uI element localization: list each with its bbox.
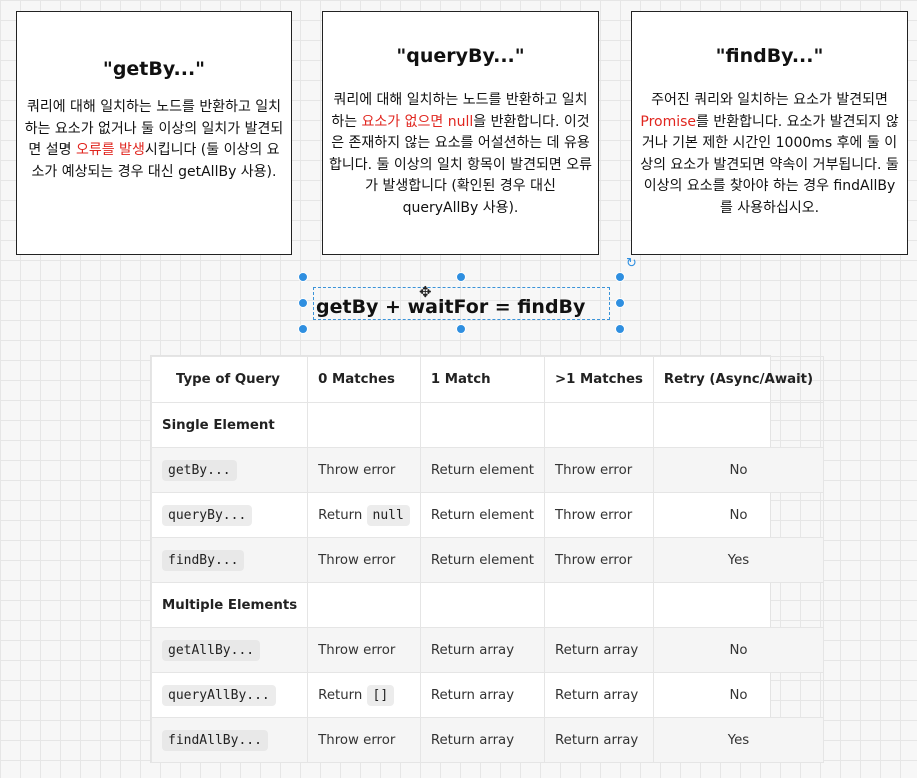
- column-header: >1 Matches: [544, 356, 654, 403]
- table-row: getBy... Throw error Return element Thro…: [150, 447, 825, 493]
- cell: No: [652, 672, 825, 718]
- code-value: null: [366, 504, 410, 526]
- card-description: 쿼리에 대해 일치하는 노드를 반환하고 일치하는 요소가 없거나 둘 이상의 …: [24, 99, 284, 180]
- cell: Return element: [419, 492, 546, 538]
- table-row: queryAllBy... Return [] Return array Ret…: [150, 672, 825, 718]
- resize-handle-bottom-left[interactable]: [298, 324, 308, 334]
- query-name: queryBy...: [162, 504, 253, 526]
- table-row: queryBy... Return null Return element Th…: [150, 492, 825, 538]
- cell: Return array: [419, 672, 546, 718]
- cell: Throw error: [307, 537, 421, 583]
- card-findby[interactable]: "findBy..." 주어진 쿼리와 일치하는 요소가 발견되면 Promis…: [631, 11, 908, 255]
- cell: Throw error: [544, 492, 654, 538]
- cell: No: [652, 492, 825, 538]
- cell: Throw error: [307, 717, 421, 763]
- cell: Return null: [307, 492, 421, 538]
- section-row: Multiple Elements: [150, 582, 825, 628]
- section-label: Single Element: [150, 402, 309, 448]
- table-row: findBy... Throw error Return element Thr…: [150, 537, 825, 583]
- cell: Return array: [544, 627, 654, 673]
- column-header: 1 Match: [419, 356, 546, 403]
- cell: Return element: [419, 447, 546, 493]
- resize-handle-middle-left[interactable]: [298, 298, 308, 308]
- column-header: Retry (Async/Await): [652, 356, 825, 403]
- query-name: queryAllBy...: [162, 684, 276, 706]
- cell: No: [652, 627, 825, 673]
- card-title: "getBy...": [102, 58, 206, 80]
- cell: Throw error: [307, 447, 421, 493]
- resize-handle-top-middle[interactable]: [456, 272, 466, 282]
- cell: Return array: [419, 627, 546, 673]
- resize-handle-bottom-right[interactable]: [615, 324, 625, 334]
- cell: Throw error: [307, 627, 421, 673]
- query-name: findBy...: [162, 549, 245, 571]
- cell: Return element: [419, 537, 546, 583]
- resize-handle-top-right[interactable]: [615, 272, 625, 282]
- move-cursor-icon: ✥: [419, 283, 432, 301]
- table-row: findAllBy... Throw error Return array Re…: [150, 717, 825, 763]
- card-queryby[interactable]: "queryBy..." 쿼리에 대해 일치하는 노드를 반환하고 일치하는 요…: [322, 11, 599, 255]
- section-row: Single Element: [150, 402, 825, 448]
- cell: Yes: [652, 717, 825, 763]
- resize-handle-bottom-middle[interactable]: [456, 324, 466, 334]
- cell: Return array: [544, 672, 654, 718]
- card-description: 주어진 쿼리와 일치하는 요소가 발견되면 Promise를 반환합니다. 요소…: [640, 92, 899, 216]
- cell: Throw error: [544, 537, 654, 583]
- table-header-row: Type of Query 0 Matches 1 Match >1 Match…: [150, 356, 825, 403]
- section-label: Multiple Elements: [150, 582, 309, 628]
- cell: No: [652, 447, 825, 493]
- card-title: "queryBy...": [396, 45, 525, 67]
- rotate-handle-icon[interactable]: ↻: [626, 257, 639, 270]
- cell: Throw error: [544, 447, 654, 493]
- code-value: []: [366, 684, 395, 706]
- cell: Return []: [307, 672, 421, 718]
- cell: Return array: [419, 717, 546, 763]
- cell: Yes: [652, 537, 825, 583]
- query-table: Type of Query 0 Matches 1 Match >1 Match…: [150, 355, 825, 763]
- card-title: "findBy...": [715, 45, 824, 67]
- card-description: 쿼리에 대해 일치하는 노드를 반환하고 일치하는 요소가 없으면 null을 …: [329, 92, 592, 216]
- resize-handle-top-left[interactable]: [298, 272, 308, 282]
- column-header: Type of Query: [150, 356, 309, 403]
- column-header: 0 Matches: [307, 356, 421, 403]
- query-name: getBy...: [162, 459, 237, 481]
- query-name: findAllBy...: [162, 729, 268, 751]
- table-row: getAllBy... Throw error Return array Ret…: [150, 627, 825, 673]
- cell: Return array: [544, 717, 654, 763]
- formula-text[interactable]: getBy + waitFor = findBy: [316, 296, 585, 318]
- resize-handle-middle-right[interactable]: [615, 298, 625, 308]
- query-name: getAllBy...: [162, 639, 261, 661]
- card-getby[interactable]: "getBy..." 쿼리에 대해 일치하는 노드를 반환하고 일치하는 요소가…: [16, 11, 292, 255]
